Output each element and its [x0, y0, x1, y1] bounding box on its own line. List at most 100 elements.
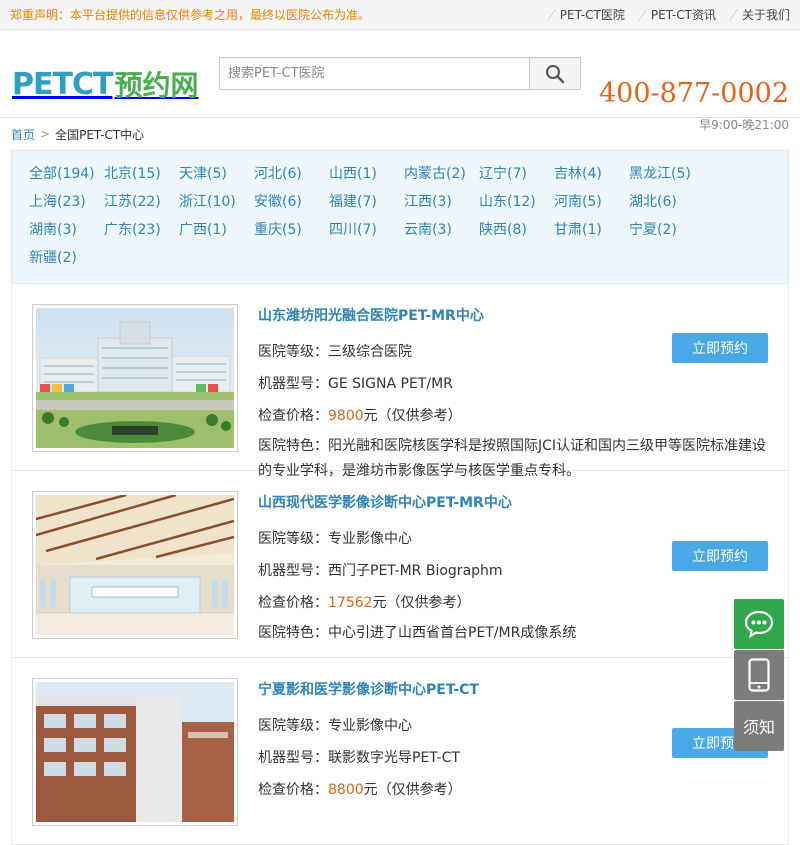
- search-box: [219, 57, 581, 90]
- hospital-feature-row: 医院特色：中心引进了山西省首台PET/MR成像系统: [258, 621, 768, 646]
- notice-button[interactable]: 须知: [734, 701, 784, 751]
- region-link[interactable]: 甘肃(1): [554, 219, 629, 247]
- hospital-building-image: [36, 308, 234, 448]
- region-link[interactable]: 山西(1): [329, 163, 404, 191]
- breadcrumb: 首页 > 全国PET-CT中心: [0, 118, 800, 150]
- region-link[interactable]: 福建(7): [329, 191, 404, 219]
- hospital-feature: 中心引进了山西省首台PET/MR成像系统: [328, 625, 577, 641]
- region-link[interactable]: 云南(3): [404, 219, 479, 247]
- region-link[interactable]: 河南(5): [554, 191, 629, 219]
- exam-price-row: 检查价格：17562元（仅供参考）: [258, 587, 768, 619]
- field-label: 医院特色：: [258, 438, 328, 454]
- hospital-card: 宁夏影和医学影像诊断中心PET-CT 医院等级：专业影像中心 机器型号：联影数字…: [12, 658, 788, 845]
- region-link[interactable]: 全部(194): [29, 163, 104, 191]
- logo-text-en: PETCT: [12, 66, 113, 102]
- region-link[interactable]: 山东(12): [479, 191, 554, 219]
- top-nav: PET-CT医院 PET-CT资讯 关于我们: [534, 6, 790, 23]
- price-unit: 元: [363, 408, 378, 424]
- region-link[interactable]: 宁夏(2): [629, 219, 704, 247]
- top-link-petct-hospitals[interactable]: PET-CT医院: [560, 6, 625, 23]
- region-link[interactable]: 陕西(8): [479, 219, 554, 247]
- book-now-button[interactable]: 立即预约: [672, 541, 768, 571]
- machine-model: 西门子PET-MR Biographm: [328, 563, 503, 579]
- hospital-level: 专业影像中心: [328, 531, 412, 547]
- site-logo[interactable]: PETCT 预约网: [12, 64, 198, 104]
- top-link-petct-news[interactable]: PET-CT资讯: [651, 6, 716, 23]
- field-label: 医院等级：: [258, 531, 328, 547]
- nav-separator: [719, 8, 739, 21]
- exam-price: 17562: [328, 595, 373, 611]
- price-note: （仅供参考）: [377, 408, 462, 424]
- region-link[interactable]: 新疆(2): [29, 247, 104, 275]
- region-link[interactable]: 江西(3): [404, 191, 479, 219]
- price-note: （仅供参考）: [386, 595, 471, 611]
- machine-model: 联影数字光导PET-CT: [328, 750, 460, 766]
- region-link[interactable]: 吉林(4): [554, 163, 629, 191]
- region-link[interactable]: 重庆(5): [254, 219, 329, 247]
- field-label: 医院等级：: [258, 718, 328, 734]
- region-link[interactable]: 上海(23): [29, 191, 104, 219]
- region-link[interactable]: 北京(15): [104, 163, 179, 191]
- hospital-building-image: [36, 682, 234, 822]
- logo-text-cn: 预约网: [114, 69, 199, 102]
- hotline-number: 400-877-0002: [598, 78, 789, 109]
- field-label: 医院特色：: [258, 625, 328, 641]
- hospital-name-link[interactable]: 宁夏影和医学影像诊断中心PET-CT: [258, 680, 768, 700]
- hospital-photo[interactable]: [32, 491, 238, 639]
- exam-price: 9800: [328, 408, 364, 424]
- region-link[interactable]: 江苏(22): [104, 191, 179, 219]
- region-link[interactable]: 天津(5): [179, 163, 254, 191]
- field-label: 检查价格：: [258, 595, 328, 611]
- price-unit: 元: [372, 595, 387, 611]
- book-now-button[interactable]: 立即预约: [672, 333, 768, 363]
- hospital-name-link[interactable]: 山东潍坊阳光融合医院PET-MR中心: [258, 306, 768, 326]
- nav-separator: [628, 8, 648, 21]
- disclaimer-text: 郑重声明：本平台提供的信息仅供参考之用，最终以医院公布为准。: [10, 8, 371, 22]
- machine-model: GE SIGNA PET/MR: [328, 376, 453, 392]
- breadcrumb-separator: >: [40, 127, 51, 141]
- breadcrumb-current: 全国PET-CT中心: [55, 127, 145, 142]
- breadcrumb-home[interactable]: 首页: [11, 126, 35, 143]
- region-link[interactable]: 浙江(10): [179, 191, 254, 219]
- exam-price: 8800: [328, 782, 364, 798]
- mobile-phone-icon: [748, 658, 770, 692]
- region-link[interactable]: 广东(23): [104, 219, 179, 247]
- search-button[interactable]: [529, 58, 580, 89]
- region-link[interactable]: 黑龙江(5): [629, 163, 704, 191]
- hospital-photo[interactable]: [32, 304, 238, 452]
- region-link[interactable]: 河北(6): [254, 163, 329, 191]
- hospital-card: 山西现代医学影像诊断中心PET-MR中心 医院等级：专业影像中心 机器型号：西门…: [12, 471, 788, 658]
- field-label: 检查价格：: [258, 782, 328, 798]
- field-label: 医院等级：: [258, 344, 328, 360]
- hospital-photo[interactable]: [32, 678, 238, 826]
- search-input[interactable]: [220, 58, 529, 89]
- hospital-list: 山东潍坊阳光融合医院PET-MR中心 医院等级：三级综合医院 机器型号：GE S…: [11, 284, 789, 845]
- region-link[interactable]: 辽宁(7): [479, 163, 554, 191]
- exam-price-row: 检查价格：9800元（仅供参考）: [258, 400, 768, 432]
- nav-separator: [537, 8, 556, 21]
- region-link[interactable]: 广西(1): [179, 219, 254, 247]
- search-icon: [546, 64, 565, 83]
- top-link-about-us[interactable]: 关于我们: [742, 6, 790, 23]
- region-link[interactable]: 安徽(6): [254, 191, 329, 219]
- field-label: 机器型号：: [258, 563, 328, 579]
- hospital-interior-image: [36, 495, 234, 635]
- region-link[interactable]: 四川(7): [329, 219, 404, 247]
- hospital-name-link[interactable]: 山西现代医学影像诊断中心PET-MR中心: [258, 493, 768, 513]
- field-label: 检查价格：: [258, 408, 328, 424]
- hospital-card: 山东潍坊阳光融合医院PET-MR中心 医院等级：三级综合医院 机器型号：GE S…: [12, 284, 788, 479]
- site-header: PETCT 预约网 400-877-0002 早9:00-晚21:00: [0, 30, 800, 132]
- chat-icon: [744, 610, 774, 639]
- region-link[interactable]: 湖南(3): [29, 219, 104, 247]
- field-label: 机器型号：: [258, 376, 328, 392]
- service-hours: 早9:00-晚21:00: [699, 118, 789, 132]
- region-link[interactable]: 湖北(6): [629, 191, 704, 219]
- hospital-level: 专业影像中心: [328, 718, 412, 734]
- price-note: （仅供参考）: [377, 782, 462, 798]
- region-link[interactable]: 内蒙古(2): [404, 163, 479, 191]
- mobile-site-button[interactable]: [734, 650, 784, 700]
- price-unit: 元: [363, 782, 378, 798]
- wechat-consult-button[interactable]: [734, 599, 784, 649]
- top-bar: 郑重声明：本平台提供的信息仅供参考之用，最终以医院公布为准。 PET-CT医院 …: [0, 0, 800, 30]
- machine-model-row: 机器型号：GE SIGNA PET/MR: [258, 368, 768, 400]
